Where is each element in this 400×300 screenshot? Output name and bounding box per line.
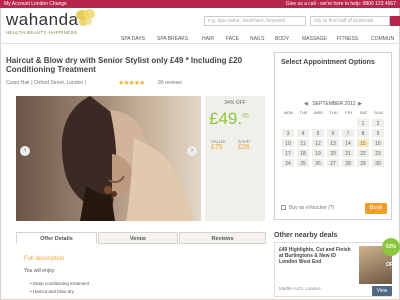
calendar-day[interactable]: 20: [326, 148, 340, 158]
nav-item-massage[interactable]: MASSAGE: [302, 36, 327, 42]
nearby-location: Marble Arch, London: [279, 286, 321, 291]
calendar-day[interactable]: 9: [371, 128, 385, 138]
calendar-day[interactable]: 5: [311, 128, 325, 138]
calendar-day[interactable]: 2: [371, 118, 385, 128]
value-amount: £75: [211, 144, 223, 151]
nearby-title: Other nearby deals: [274, 232, 338, 239]
calendar-day[interactable]: 6: [326, 128, 340, 138]
review-count[interactable]: 90 reviews: [158, 80, 182, 86]
support-text: Give us a call - we're here to help: 080…: [285, 1, 396, 7]
calendar-day[interactable]: 3: [281, 128, 295, 138]
calendar-day[interactable]: 13: [326, 138, 340, 148]
description-heading: Full description: [24, 256, 65, 262]
tab-offer-details[interactable]: Offer Details: [16, 232, 97, 244]
logo[interactable]: wahanda: [6, 10, 79, 30]
evoucher-checkbox[interactable]: [281, 205, 286, 211]
calendar-day-header: FRI: [345, 110, 352, 115]
calendar-day[interactable]: 19: [311, 148, 325, 158]
butterfly-logo-icon: [76, 9, 95, 26]
location-input[interactable]: city or first half of postcode: [310, 16, 390, 26]
bullet-text: Haircut and blow dry: [32, 289, 74, 294]
calendar-day[interactable]: 15: [356, 138, 370, 148]
price: £49.00: [209, 109, 249, 129]
calendar-day[interactable]: 1: [356, 118, 370, 128]
nav-item-face[interactable]: FACE: [226, 36, 239, 42]
nearby-discount-badge: 53% OFF: [382, 238, 400, 268]
prev-image-button[interactable]: ‹: [20, 146, 30, 156]
calendar-day[interactable]: 12: [311, 138, 325, 148]
nav-item-fitness[interactable]: FITNESS: [337, 36, 358, 42]
main-nav: SPA DAYS SPA BREAKS HAIR FACE NAILS BODY…: [0, 34, 400, 44]
nav-item-spa-breaks[interactable]: SPA BREAKS: [157, 36, 188, 42]
calendar-day[interactable]: 4: [296, 128, 310, 138]
deal-image: ‹ ›: [16, 96, 201, 221]
price-decimal: 00: [242, 113, 249, 120]
calendar-day-header: WED: [313, 110, 324, 115]
calendar-day[interactable]: 23: [371, 148, 385, 158]
next-month-icon[interactable]: ▶: [358, 101, 362, 107]
nav-item-hair[interactable]: HAIR: [202, 36, 214, 42]
description-bullet: • Deep conditioning treatment: [30, 281, 90, 286]
merchant-info[interactable]: Czaro Hair | Oxford Street, London |: [6, 80, 86, 86]
rating-stars: ★★★★★: [118, 80, 145, 87]
calendar-day[interactable]: 24: [281, 158, 295, 168]
evoucher-label: Buy as eVoucher (?): [289, 205, 335, 211]
price-main: £49.: [209, 109, 243, 128]
calendar-month: SEPTEMBER 2012: [312, 101, 356, 107]
calendar-day[interactable]: 25: [296, 158, 310, 168]
price-panel: 34% OFF £49.00 VALUE: SAVE: £75 £26: [205, 96, 265, 221]
description-intro: You will enjoy:: [24, 268, 56, 274]
calendar-day[interactable]: 7: [341, 128, 355, 138]
calendar-day[interactable]: 27: [326, 158, 340, 168]
offer-tabs: Offer Details Venue Reviews: [16, 232, 266, 244]
calendar-day[interactable]: 16: [371, 138, 385, 148]
calendar-day[interactable]: 22: [356, 148, 370, 158]
calendar-day[interactable]: 21: [341, 148, 355, 158]
calendar-day[interactable]: 29: [356, 158, 370, 168]
nearby-deal-text[interactable]: £49 Highlights, Cut and Finish at Burlin…: [279, 247, 351, 265]
bullet-text: Deep conditioning treatment: [32, 281, 90, 286]
appointment-title: Select Appointment Options: [281, 59, 375, 66]
deal-title: Haircut & Blow dry with Senior Stylist o…: [6, 56, 243, 74]
calendar-day[interactable]: 30: [371, 158, 385, 168]
calendar-day[interactable]: 26: [311, 158, 325, 168]
tab-venue[interactable]: Venue: [98, 232, 178, 244]
calendar-day[interactable]: 28: [341, 158, 355, 168]
header: wahanda HEALTH·BEAUTY·HAPPINESS e.g. spa…: [0, 8, 400, 35]
top-bar: My Account London Change Give us a call …: [0, 0, 400, 8]
nav-item-body[interactable]: BODY: [275, 36, 289, 42]
evoucher-option[interactable]: Buy as eVoucher (?): [281, 205, 334, 211]
calendar-day-header: TUE: [299, 110, 308, 115]
calendar-day[interactable]: 18: [296, 148, 310, 158]
book-button[interactable]: Book: [365, 203, 387, 214]
view-button[interactable]: View: [372, 286, 392, 296]
nav-item-community[interactable]: COMMUN: [371, 36, 394, 42]
calendar-day-header: MON: [283, 110, 294, 115]
tab-reviews[interactable]: Reviews: [179, 232, 266, 244]
discount-label: 34% OFF: [224, 100, 246, 106]
appointment-panel: Select Appointment Options ◀ SEPTEMBER 2…: [274, 52, 392, 220]
nav-item-nails[interactable]: NAILS: [250, 36, 264, 42]
description-bullet: • Haircut and blow dry: [30, 289, 74, 294]
calendar-day[interactable]: 11: [296, 138, 310, 148]
nearby-deal-card[interactable]: £49 Highlights, Cut and Finish at Burlin…: [274, 242, 392, 297]
search-button[interactable]: [390, 16, 400, 26]
calendar-day[interactable]: 17: [281, 148, 295, 158]
calendar-day[interactable]: 10: [281, 138, 295, 148]
account-links[interactable]: My Account London Change: [4, 0, 67, 8]
calendar-day[interactable]: 14: [341, 138, 355, 148]
calendar-day-header: SAT: [359, 110, 368, 115]
hair-model-image: [61, 96, 194, 221]
next-image-button[interactable]: ›: [187, 146, 197, 156]
search-input[interactable]: e.g. spa name, treatment, keyword: [204, 16, 306, 26]
nav-item-spa-days[interactable]: SPA DAYS: [121, 36, 145, 42]
calendar-day-header: SUN: [374, 110, 383, 115]
calendar-day[interactable]: 8: [356, 128, 370, 138]
calendar-day-header: THU: [329, 110, 338, 115]
save-amount: £26: [238, 144, 250, 151]
